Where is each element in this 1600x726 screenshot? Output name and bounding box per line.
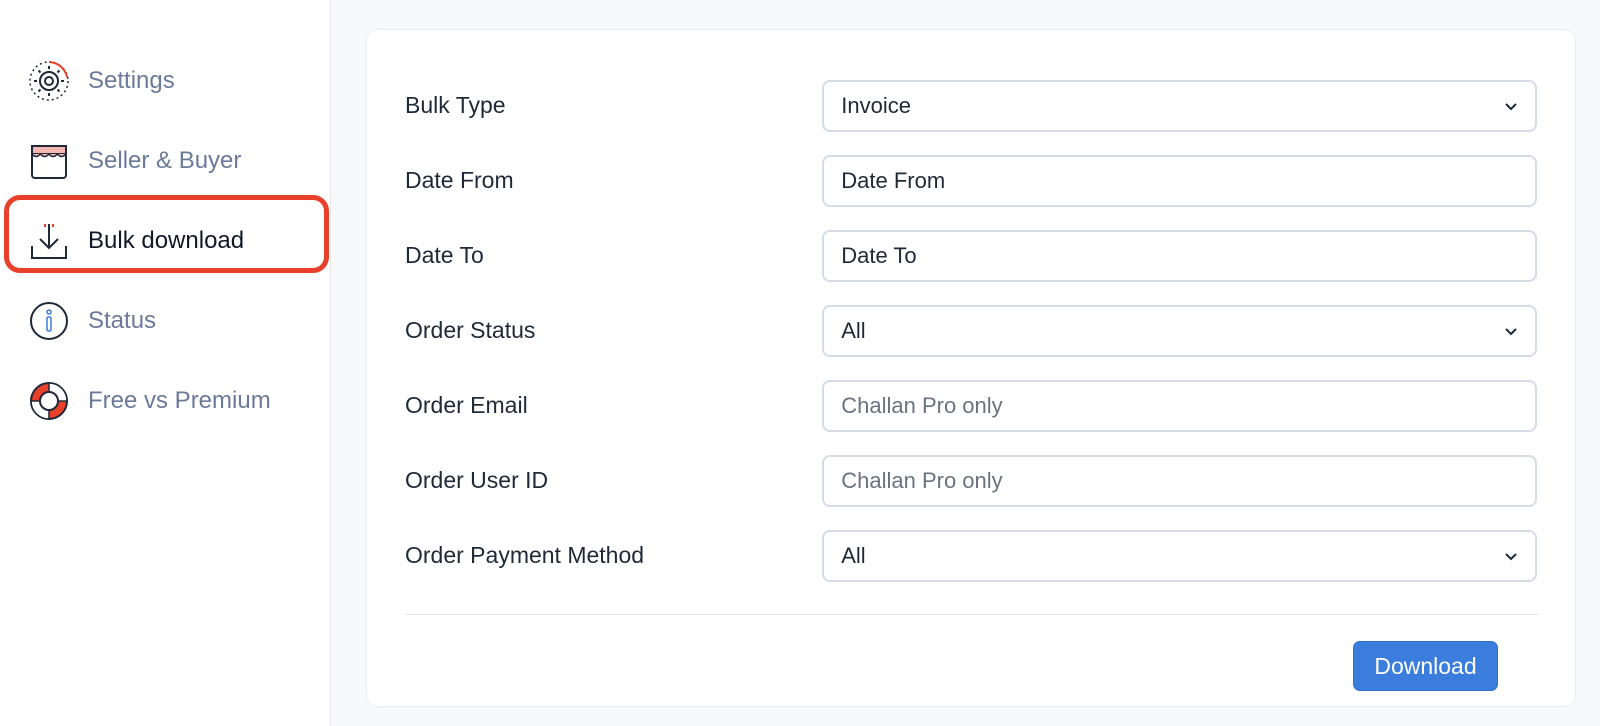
order-payment-method-value: All	[841, 542, 866, 568]
form-row-bulk-type: Bulk Type Invoice	[405, 68, 1537, 143]
order-user-id-label: Order User ID	[405, 467, 549, 493]
form-row-order-payment-method: Order Payment Method All	[405, 518, 1537, 593]
date-from-input[interactable]: Date From	[822, 154, 1537, 207]
sidebar-item-label: Free vs Premium	[88, 387, 271, 414]
order-email-placeholder: Challan Pro only	[841, 392, 1003, 418]
lifebuoy-icon	[28, 380, 70, 422]
sidebar-item-free-vs-premium[interactable]: Free vs Premium	[0, 361, 330, 441]
chevron-down-icon	[1505, 327, 1517, 335]
order-payment-method-label: Order Payment Method	[405, 542, 645, 568]
order-email-input[interactable]: Challan Pro only	[822, 379, 1537, 432]
date-from-placeholder: Date From	[841, 167, 946, 193]
order-user-id-placeholder: Challan Pro only	[841, 467, 1003, 493]
date-to-input[interactable]: Date To	[822, 229, 1537, 282]
gear-icon	[28, 60, 70, 102]
order-email-label: Order Email	[405, 392, 528, 418]
chevron-down-icon	[1505, 552, 1517, 560]
bulk-type-label: Bulk Type	[405, 92, 506, 118]
bulk-type-select[interactable]: Invoice	[822, 79, 1537, 132]
date-to-label: Date To	[405, 242, 484, 268]
sidebar-item-status[interactable]: Status	[0, 281, 330, 361]
chevron-down-icon	[1505, 102, 1517, 110]
date-to-placeholder: Date To	[841, 242, 917, 268]
bulk-type-value: Invoice	[841, 92, 911, 118]
sidebar-item-seller-buyer[interactable]: Seller & Buyer	[0, 121, 330, 201]
bulk-download-form: Bulk Type Invoice Date From Date From Da…	[366, 29, 1576, 707]
sidebar-item-settings[interactable]: Settings	[0, 41, 330, 121]
form-actions: Download	[405, 615, 1537, 691]
sidebar-item-bulk-download[interactable]: Bulk download	[0, 201, 330, 281]
sidebar-item-label: Bulk download	[88, 227, 245, 254]
sidebar-item-label: Seller & Buyer	[88, 147, 242, 174]
order-status-value: All	[841, 317, 866, 343]
form-row-date-to: Date To Date To	[405, 218, 1537, 293]
form-row-order-status: Order Status All	[405, 293, 1537, 368]
date-from-label: Date From	[405, 167, 514, 193]
main-content: Bulk Type Invoice Date From Date From Da…	[331, 0, 1600, 726]
order-status-select[interactable]: All	[822, 304, 1537, 357]
sidebar: Settings Seller & Buyer Bulk download St…	[0, 0, 331, 726]
app-root: Settings Seller & Buyer Bulk download St…	[0, 0, 1600, 726]
info-icon	[28, 300, 70, 342]
form-row-order-email: Order Email Challan Pro only	[405, 368, 1537, 443]
form-row-order-user-id: Order User ID Challan Pro only	[405, 443, 1537, 518]
download-icon	[28, 220, 70, 262]
sidebar-item-label: Settings	[88, 67, 175, 94]
order-status-label: Order Status	[405, 317, 536, 343]
sidebar-item-label: Status	[88, 307, 157, 334]
order-user-id-input[interactable]: Challan Pro only	[822, 454, 1537, 507]
download-button[interactable]: Download	[1353, 641, 1498, 691]
storefront-icon	[28, 140, 70, 182]
order-payment-method-select[interactable]: All	[822, 529, 1537, 582]
form-row-date-from: Date From Date From	[405, 143, 1537, 218]
